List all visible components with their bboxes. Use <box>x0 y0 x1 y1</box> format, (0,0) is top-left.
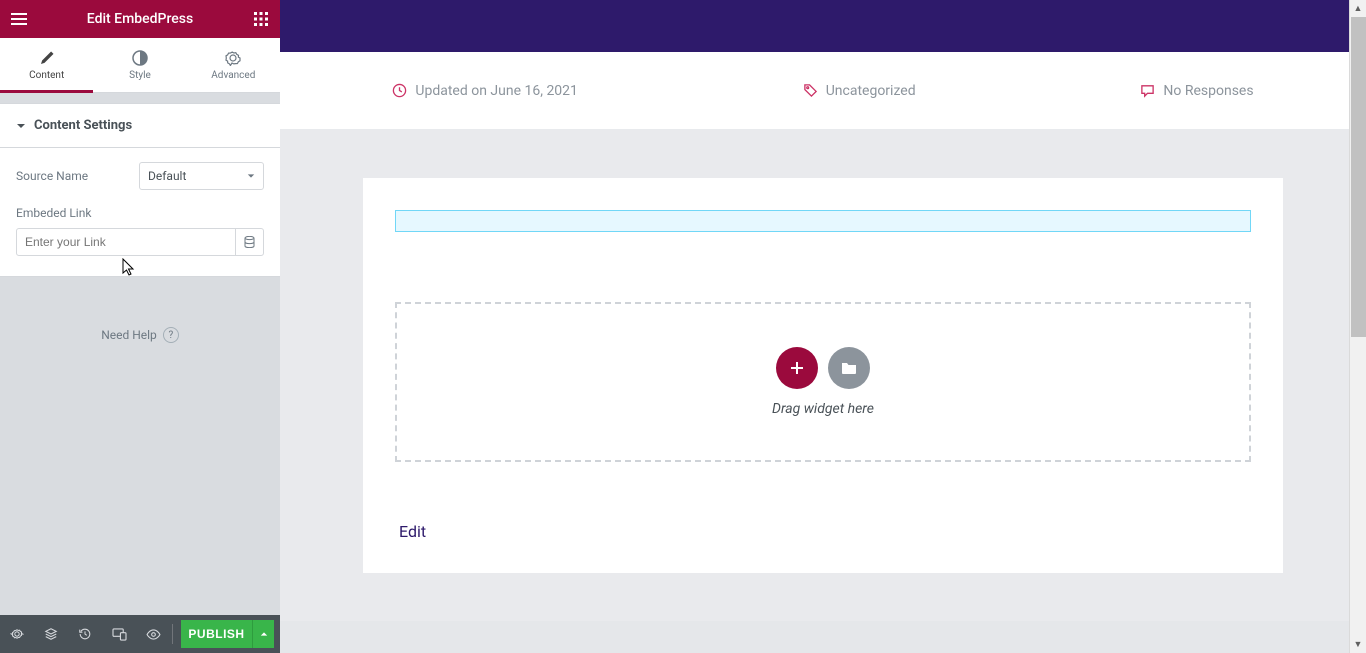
folder-icon <box>841 361 857 375</box>
embed-link-input[interactable] <box>16 228 236 256</box>
field-label-embed-link: Embeded Link <box>16 206 264 220</box>
selected-embedpress-widget[interactable] <box>395 210 1251 232</box>
meta-responses[interactable]: No Responses <box>1140 83 1253 99</box>
caret-up-icon <box>260 630 268 638</box>
site-header <box>280 0 1366 52</box>
gear-icon <box>10 627 24 641</box>
tab-content[interactable]: Content <box>0 38 93 92</box>
widgets-button[interactable] <box>242 0 280 38</box>
field-source-name: Source Name Default <box>16 162 264 190</box>
navigator-button[interactable] <box>34 615 68 653</box>
clock-icon <box>392 83 407 98</box>
gear-icon <box>225 50 241 66</box>
embed-link-group <box>16 228 264 256</box>
window-scrollbar[interactable]: ▲ ▼ <box>1349 0 1366 653</box>
content-card: Drag widget here Edit <box>363 178 1283 573</box>
comment-icon <box>1140 83 1155 98</box>
separator <box>172 624 173 644</box>
dynamic-tags-button[interactable] <box>236 228 264 256</box>
pencil-icon <box>39 50 55 66</box>
tab-advanced[interactable]: Advanced <box>187 38 280 92</box>
help-icon: ? <box>163 327 179 343</box>
database-icon <box>244 236 255 248</box>
add-section-dropzone[interactable]: Drag widget here <box>395 302 1251 462</box>
section-body: Source Name Default Embeded Link <box>0 148 280 277</box>
tab-style[interactable]: Style <box>93 38 186 92</box>
plus-icon <box>789 360 805 376</box>
contrast-icon <box>132 50 148 66</box>
need-help-link[interactable]: Need Help ? <box>0 327 280 343</box>
dropzone-label: Drag widget here <box>772 401 874 417</box>
field-label: Source Name <box>16 169 88 183</box>
panel-tabs: Content Style Advanced <box>0 38 280 93</box>
meta-text: Updated on June 16, 2021 <box>415 83 578 99</box>
tab-label: Style <box>129 70 151 81</box>
canvas-body[interactable]: Drag widget here Edit <box>280 130 1366 621</box>
meta-text: No Responses <box>1163 83 1253 99</box>
publish-button[interactable]: Publish <box>181 620 252 648</box>
panel-header: Edit EmbedPress <box>0 0 280 38</box>
add-section-button[interactable] <box>776 347 818 389</box>
grid-icon <box>254 12 268 26</box>
tag-icon <box>803 83 818 98</box>
settings-button[interactable] <box>0 615 34 653</box>
help-label: Need Help <box>101 328 157 342</box>
panel-title: Edit EmbedPress <box>87 11 193 27</box>
publish-options-button[interactable] <box>252 620 274 648</box>
scroll-down-button[interactable]: ▼ <box>1350 636 1366 653</box>
preview-button[interactable] <box>136 615 170 653</box>
menu-button[interactable] <box>0 0 38 38</box>
history-icon <box>78 627 92 641</box>
section-title: Content Settings <box>34 118 132 133</box>
source-name-select[interactable]: Default <box>139 162 264 190</box>
section-toggle-content-settings[interactable]: Content Settings <box>0 103 280 148</box>
editor-panel: Edit EmbedPress Content Style Advanced C… <box>0 0 280 653</box>
hamburger-icon <box>11 11 27 27</box>
editor-canvas: Updated on June 16, 2021 Uncategorized N… <box>280 0 1366 653</box>
select-value: Default <box>148 169 186 183</box>
panel-footer: Publish <box>0 615 280 653</box>
meta-category[interactable]: Uncategorized <box>803 83 916 99</box>
scroll-up-button[interactable]: ▲ <box>1350 0 1366 17</box>
dropzone-buttons <box>776 347 870 389</box>
template-library-button[interactable] <box>828 347 870 389</box>
scrollbar-thumb[interactable] <box>1351 17 1366 337</box>
tab-label: Advanced <box>211 70 255 81</box>
responsive-button[interactable] <box>102 615 136 653</box>
edit-link[interactable]: Edit <box>395 522 1251 541</box>
meta-updated: Updated on June 16, 2021 <box>392 83 578 99</box>
tab-label: Content <box>29 70 64 81</box>
responsive-icon <box>112 628 127 641</box>
caret-down-icon <box>247 172 255 180</box>
eye-icon <box>146 629 161 640</box>
history-button[interactable] <box>68 615 102 653</box>
meta-text: Uncategorized <box>826 83 916 99</box>
post-meta-row: Updated on June 16, 2021 Uncategorized N… <box>280 52 1366 130</box>
caret-down-icon <box>16 121 26 131</box>
layers-icon <box>44 627 58 641</box>
